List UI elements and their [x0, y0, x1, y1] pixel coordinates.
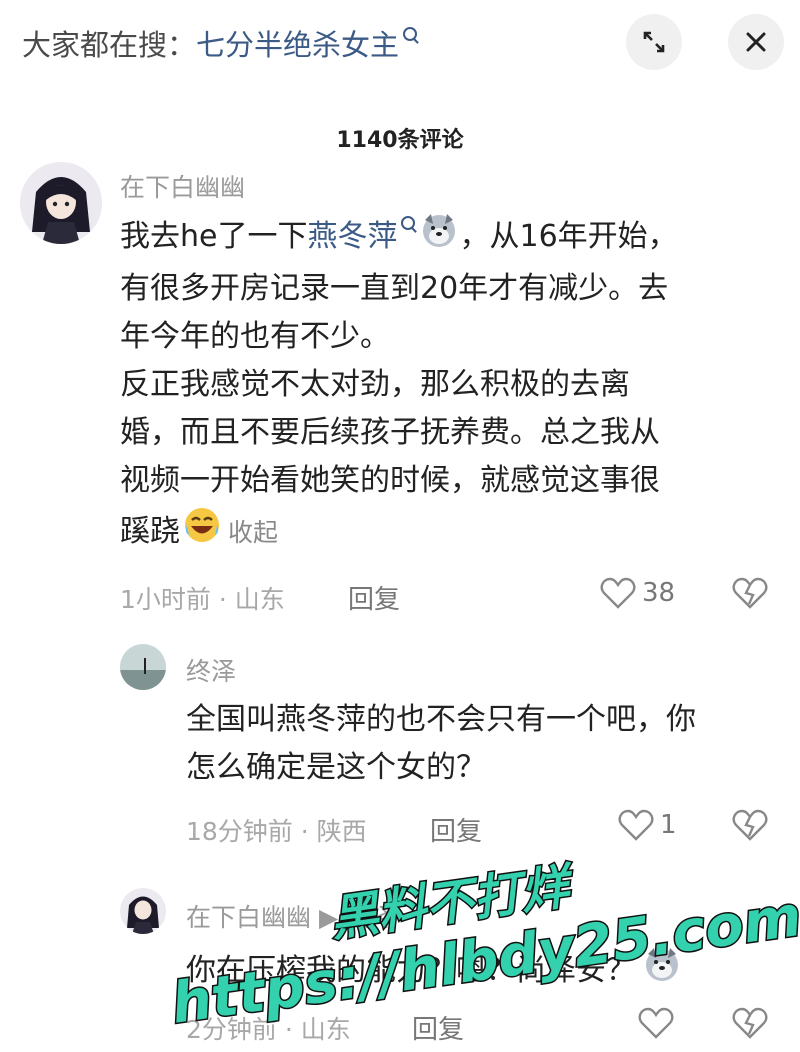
avatar-landscape-icon	[120, 644, 166, 690]
reply-text: 怎么确定是这个女的？	[186, 750, 486, 785]
collapse-button[interactable]	[626, 14, 682, 70]
broken-heart-icon	[732, 809, 768, 841]
search-icon	[401, 216, 416, 230]
like-count: 1	[660, 810, 677, 840]
reply-body: 全国叫燕冬萍的也不会只有一个吧，你 怎么确定是这个女的？	[186, 696, 776, 792]
comment-username[interactable]: 在下白幽幽	[120, 168, 245, 204]
avatar[interactable]	[120, 644, 166, 690]
broken-heart-icon	[732, 577, 768, 609]
like-button[interactable]	[638, 1006, 674, 1040]
close-button[interactable]	[728, 14, 784, 70]
avatar-illustration-icon	[20, 162, 102, 244]
avatar[interactable]	[20, 162, 102, 244]
reply-username[interactable]: 终泽	[186, 652, 236, 688]
heart-icon	[638, 1007, 674, 1039]
reply-button[interactable]: 回复	[348, 579, 400, 616]
comment-text: 年今年的也有不少。	[120, 319, 390, 354]
reply-button[interactable]: 回复	[412, 1009, 464, 1046]
collapse-icon	[643, 31, 665, 53]
reply-button[interactable]: 回复	[430, 811, 482, 848]
close-icon	[746, 32, 766, 52]
comment-time-location: 1小时前 · 山东	[120, 585, 285, 614]
trending-search[interactable]: 大家都在搜：七分半绝杀女主	[22, 22, 418, 64]
broken-heart-icon	[732, 1007, 768, 1039]
heart-icon	[618, 809, 654, 841]
comment-text: 反正我感觉不太对劲，那么积极的去离	[120, 367, 630, 402]
search-icon	[403, 27, 418, 41]
reply-username-text: 在下白幽幽	[186, 903, 312, 932]
comment-text: 有很多开房记录一直到20年才有减少。去	[120, 271, 669, 306]
comments-count: 1140条评论	[336, 128, 464, 153]
laughing-emoji-icon	[182, 505, 222, 560]
dislike-button[interactable]	[732, 808, 768, 846]
avatar-illustration-icon	[120, 888, 166, 934]
like-button[interactable]: 1	[618, 808, 677, 842]
comment-body: 我去he了一下燕冬萍 ，从16年开始， 有很多开房记录一直到20年才有减少。去 年…	[120, 210, 770, 560]
comment-text: 蹊跷	[120, 514, 180, 549]
dislike-button[interactable]	[732, 576, 768, 614]
like-count: 38	[642, 578, 676, 608]
dislike-button[interactable]	[732, 1006, 768, 1044]
comment-text: 婚，而且不要后续孩子抚养费。总之我从	[120, 415, 660, 450]
like-button[interactable]: 38	[600, 576, 675, 610]
doge-emoji-icon	[419, 210, 459, 265]
trending-prefix: 大家都在搜：	[22, 28, 197, 62]
top-bar: 大家都在搜：七分半绝杀女主	[0, 0, 800, 90]
search-link[interactable]: 燕冬萍	[307, 219, 397, 254]
trending-term[interactable]: 七分半绝杀女主	[196, 28, 399, 62]
heart-icon	[600, 577, 636, 609]
reply-text: 全国叫燕冬萍的也不会只有一个吧，你	[186, 702, 696, 737]
comment-text: ，从16年开始，	[459, 219, 678, 254]
reply-time-location: 18分钟前 · 陕西	[186, 817, 367, 846]
comment-text: 视频一开始看她笑的时候，就感觉这事很	[120, 463, 660, 498]
comment-text: 我去he了一下	[120, 219, 308, 254]
collapse-link[interactable]: 收起	[228, 518, 278, 547]
avatar[interactable]	[120, 888, 166, 934]
